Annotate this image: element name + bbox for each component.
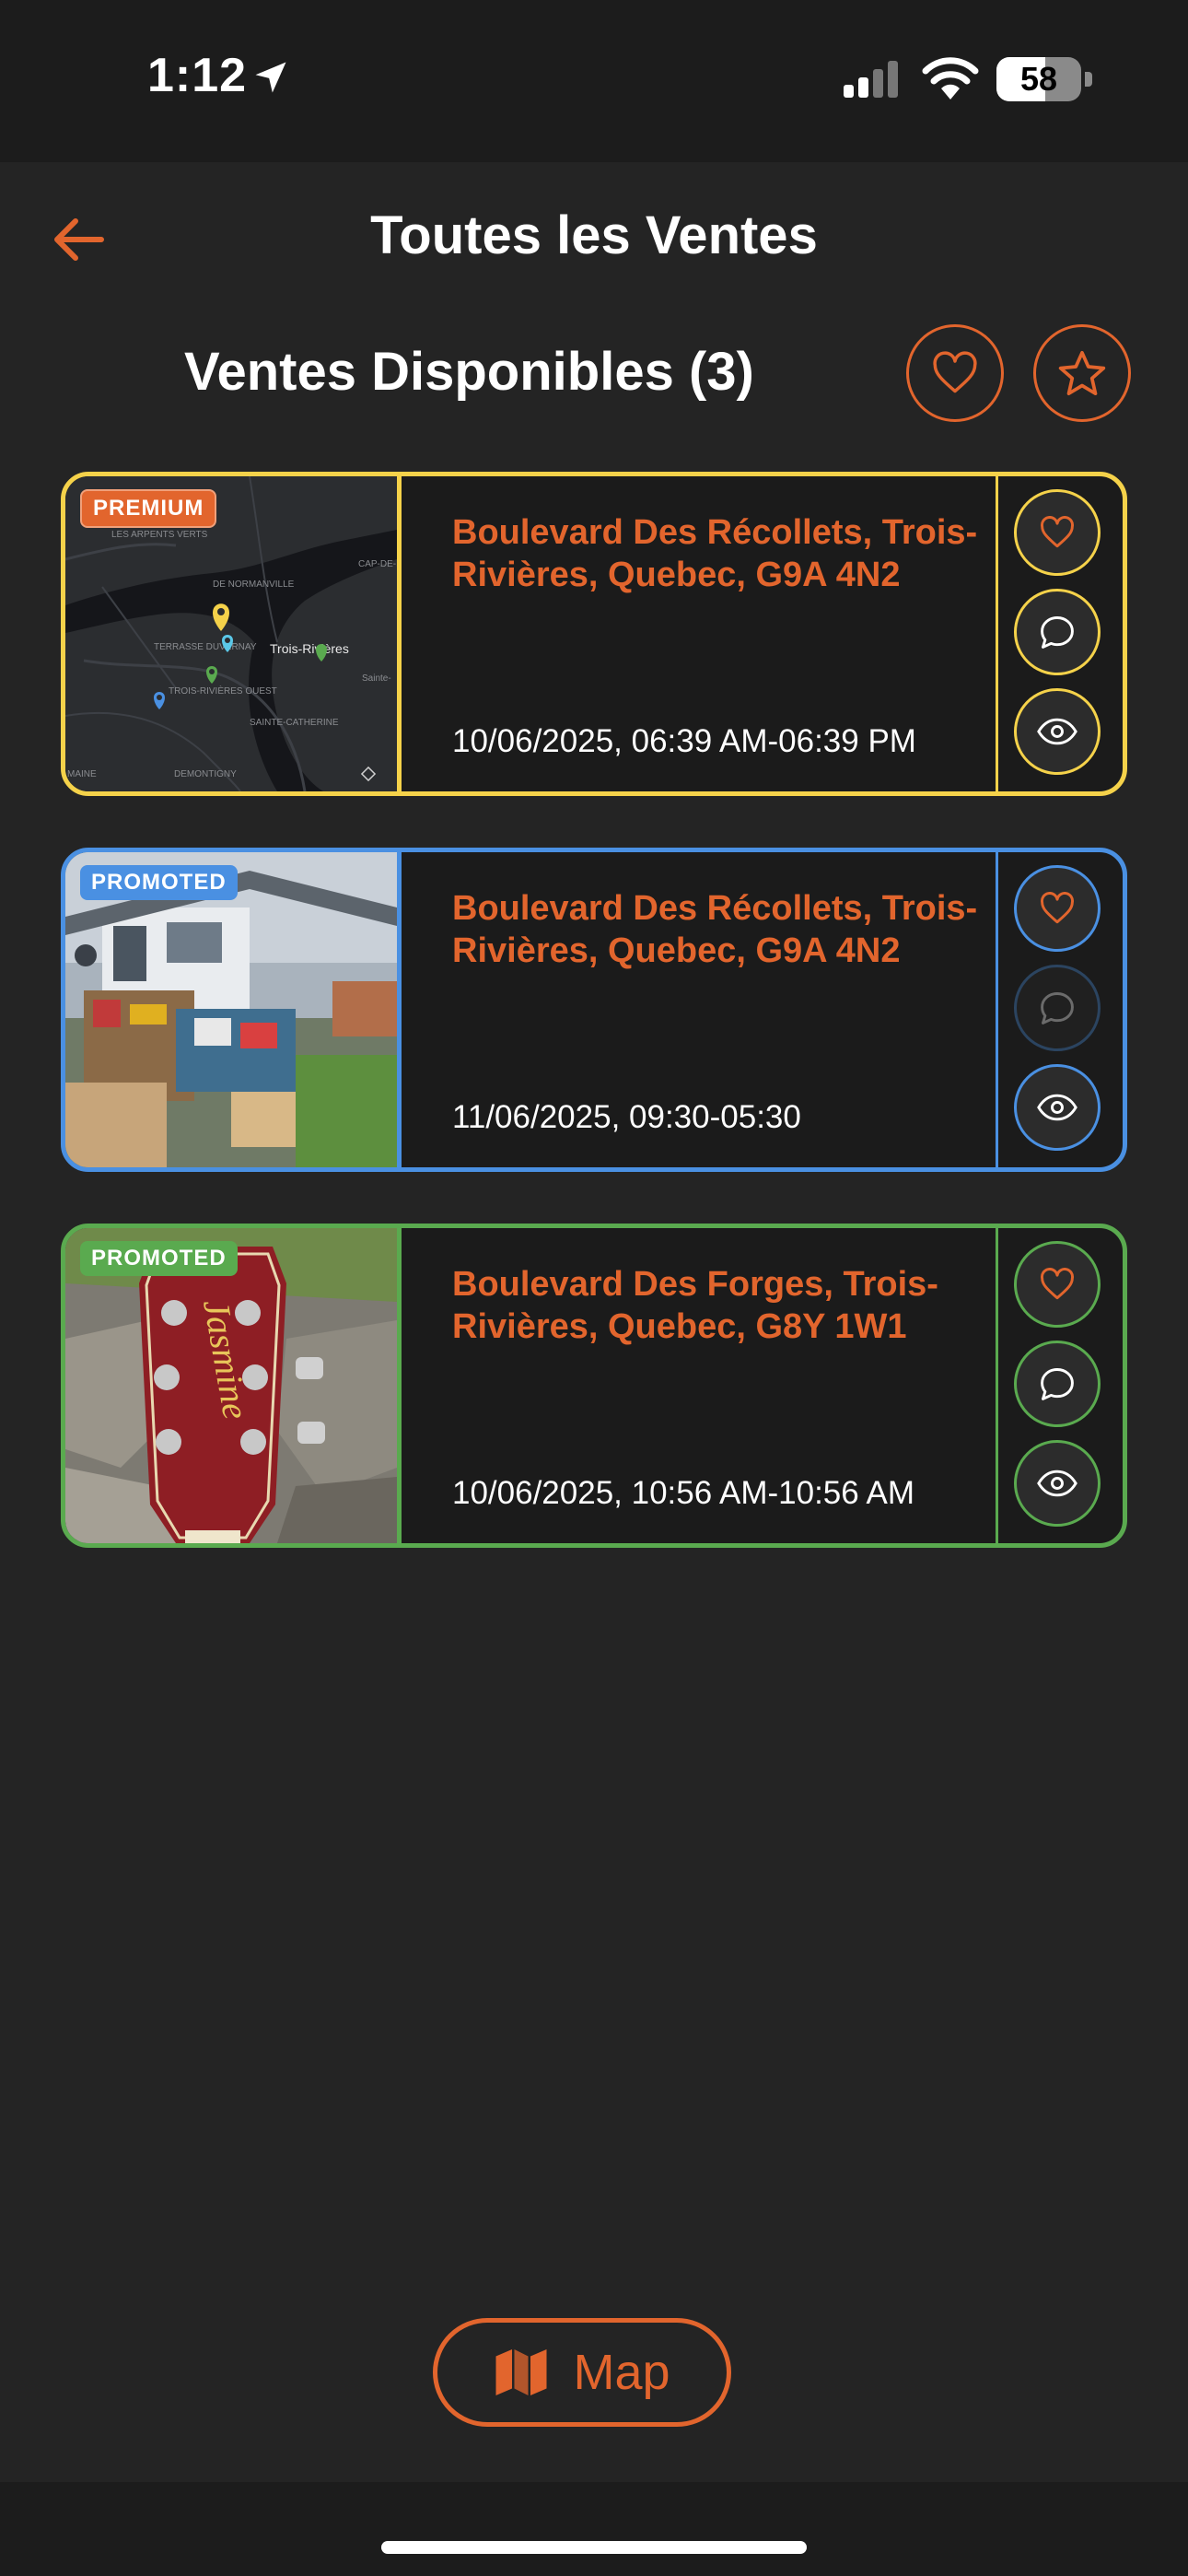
guitar-headstock-photo: Jasmine PROMOTED xyxy=(65,1228,397,1543)
star-icon xyxy=(1058,350,1106,396)
map-button[interactable]: Map xyxy=(433,2318,731,2427)
map-city-label: Trois-Rivières xyxy=(270,641,349,656)
map-button-label: Map xyxy=(573,2345,670,2400)
sale-date: 10/06/2025, 06:39 AM-06:39 PM xyxy=(452,723,916,759)
map-label: MAINE xyxy=(67,769,97,779)
chat-bubble-icon xyxy=(1041,992,1074,1025)
sale-card[interactable]: LES ARPENTS VERTS DE NORMANVILLE CAP-DE-… xyxy=(61,472,1127,796)
sale-date: 10/06/2025, 10:56 AM-10:56 AM xyxy=(452,1475,915,1511)
map-label: TERRASSE DUVERNAY xyxy=(154,642,257,652)
heart-icon xyxy=(1041,1268,1074,1300)
section-title: Ventes Disponibles (3) xyxy=(184,342,754,402)
heart-icon xyxy=(1041,516,1074,548)
chat-bubble-icon xyxy=(1041,616,1074,649)
status-time: 1:12 xyxy=(147,49,248,102)
sale-card[interactable]: Jasmine PROMOTED Boulevard Des Forges, T… xyxy=(61,1224,1127,1548)
status-bar: 1:12 58 xyxy=(0,0,1188,162)
premium-badge: PREMIUM xyxy=(80,489,217,528)
sale-address: Boulevard Des Récollets, Trois-Rivières,… xyxy=(452,889,978,970)
heart-icon xyxy=(933,351,977,393)
sale-address: Boulevard Des Récollets, Trois-Rivières,… xyxy=(452,513,978,594)
eye-icon xyxy=(1037,1469,1077,1497)
sale-date: 11/06/2025, 09:30-05:30 xyxy=(452,1099,801,1135)
chat-button[interactable] xyxy=(1014,965,1101,1051)
home-indicator[interactable] xyxy=(381,2541,807,2554)
sale-card[interactable]: PROMOTED Boulevard Des Récollets, Trois-… xyxy=(61,848,1127,1172)
map-label: DEMONTIGNY xyxy=(174,769,237,779)
starred-filter-button[interactable] xyxy=(1033,324,1131,422)
map-icon xyxy=(495,2349,547,2395)
wifi-icon xyxy=(922,57,979,100)
chat-button[interactable] xyxy=(1014,1341,1101,1427)
battery-level-text: 58 xyxy=(1019,60,1058,98)
map-label: DE NORMANVILLE xyxy=(213,580,295,590)
bottom-safe-area xyxy=(0,2482,1188,2576)
view-button[interactable] xyxy=(1014,1440,1101,1527)
favorite-button[interactable] xyxy=(1014,1241,1101,1328)
garage-sale-photo: PROMOTED xyxy=(65,852,397,1167)
favorite-button[interactable] xyxy=(1014,489,1101,576)
map-label: LES ARPENTS VERTS xyxy=(111,530,208,540)
map-thumbnail: LES ARPENTS VERTS DE NORMANVILLE CAP-DE-… xyxy=(65,476,397,791)
view-button[interactable] xyxy=(1014,1064,1101,1151)
promoted-badge: PROMOTED xyxy=(80,865,238,900)
page-title: Toutes les Ventes xyxy=(370,205,818,265)
battery-indicator: 58 xyxy=(996,57,1092,101)
chat-button[interactable] xyxy=(1014,589,1101,675)
cellular-signal-icon xyxy=(844,61,898,98)
map-label: CAP-DE-LA-MADELEINE xyxy=(358,559,397,569)
map-label: SAINTE-CATHERINE xyxy=(250,718,339,728)
heart-icon xyxy=(1041,892,1074,924)
favorites-filter-button[interactable] xyxy=(906,324,1004,422)
map-label: TROIS-RIVIÈRES OUEST xyxy=(169,685,277,697)
view-button[interactable] xyxy=(1014,688,1101,775)
eye-icon xyxy=(1037,1094,1077,1121)
promoted-badge: PROMOTED xyxy=(80,1241,238,1276)
location-arrow-icon xyxy=(255,62,286,93)
map-label: Sainte- xyxy=(362,673,391,684)
sale-address: Boulevard Des Forges, Trois-Rivières, Qu… xyxy=(452,1265,938,1346)
favorite-button[interactable] xyxy=(1014,865,1101,952)
eye-icon xyxy=(1037,718,1077,745)
chat-bubble-icon xyxy=(1041,1368,1074,1400)
